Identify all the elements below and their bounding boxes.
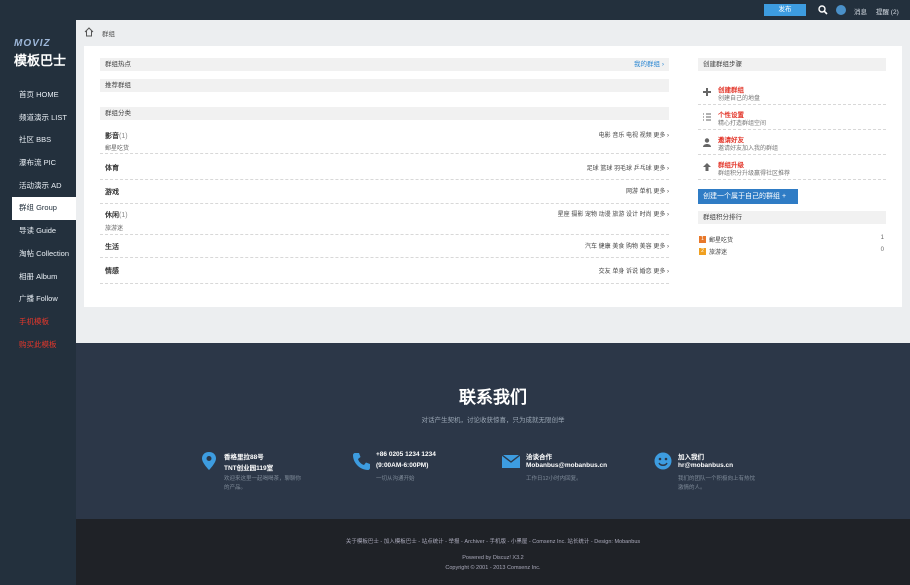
- steps-header: 创建群组步骤: [698, 58, 886, 71]
- category-links[interactable]: 网游 单机 更多 ›: [626, 186, 669, 195]
- rank-number: 2: [699, 248, 706, 255]
- group-hot-title: 群组热点: [105, 61, 131, 68]
- contact-phone-desc: 一切从沟通开始: [376, 476, 415, 482]
- category-links[interactable]: 足球 篮球 羽毛球 乒乓球 更多 ›: [587, 163, 669, 172]
- home-icon[interactable]: [84, 27, 94, 37]
- search-icon[interactable]: [818, 5, 828, 15]
- contact-business-email[interactable]: Mobanbus@mobanbus.cn: [526, 462, 607, 469]
- contact-title: 联系我们: [459, 388, 527, 407]
- step-upgrade[interactable]: 群组升级 群组积分升级赢得社区推荐: [698, 155, 886, 180]
- category-row: 体育 足球 篮球 羽毛球 乒乓球 更多 ›: [100, 154, 669, 180]
- footer-links[interactable]: 关于模板巴士 - 加入模板巴士 - 站点统计 - 举报 - Archiver -…: [76, 537, 910, 545]
- breadcrumb-current[interactable]: 群组: [102, 28, 115, 38]
- step-desc: 邀请好友加入我的群组: [718, 146, 779, 152]
- step-invite[interactable]: 邀请好友 邀请好友加入我的群组: [698, 130, 886, 155]
- sidebar-item-bbs[interactable]: 社区 BBS: [0, 129, 76, 152]
- contact-subtitle: 对话产生契机，讨论收获惊喜，只为成就无限创举: [421, 417, 565, 424]
- contact-business-title: 洽谈合作: [526, 454, 552, 461]
- recommend-header: 推荐群组: [100, 79, 669, 92]
- rank-value: 1: [880, 235, 884, 241]
- category-row: 生活 汽车 健康 美食 购物 美容 更多 ›: [100, 235, 669, 258]
- smiley-icon: [654, 452, 672, 470]
- rank-header: 群组积分排行: [698, 211, 886, 224]
- sidebar-item-mobile-template[interactable]: 手机模板: [0, 311, 76, 334]
- sidebar-item-buy-template[interactable]: 购买此模板: [0, 334, 76, 357]
- envelope-icon: [502, 454, 520, 468]
- top-bar: 发布 消息 提醒 (2): [76, 0, 910, 20]
- category-links[interactable]: 星座 摄影 宠物 动漫 旅游 设计 时尚 更多 ›: [558, 209, 669, 218]
- footer: 关于模板巴士 - 加入模板巴士 - 站点统计 - 举报 - Archiver -…: [76, 519, 910, 585]
- category-name[interactable]: 体育: [105, 163, 119, 173]
- category-name[interactable]: 情感: [105, 266, 119, 276]
- messages-link[interactable]: 消息: [854, 6, 867, 16]
- categories-header: 群组分类: [100, 107, 669, 120]
- logo-text-cn: 模板巴士: [14, 53, 67, 68]
- contact-business-desc: 工作日12小时内回复。: [526, 476, 582, 482]
- category-name[interactable]: 休闲(1): [105, 210, 128, 220]
- category-links[interactable]: 电影 音乐 电视 视频 更多 ›: [599, 130, 669, 139]
- contact-section: 联系我们 对话产生契机，讨论收获惊喜，只为成就无限创举 香格里拉88号 TNT创…: [76, 343, 910, 519]
- main-panel: 群组热点 我的群组 › 推荐群组 群组分类 影音(1) 郵星吃货 电影 音乐 电…: [84, 46, 902, 307]
- step-desc: 创建自己的地盘: [718, 96, 761, 102]
- contact-address-line1: 香格里拉88号: [224, 454, 264, 461]
- footer-copyright: Copyright © 2001 - 2013 Comsenz Inc.: [445, 565, 541, 571]
- my-groups-link[interactable]: 我的群组 ›: [634, 58, 664, 71]
- publish-button[interactable]: 发布: [764, 4, 806, 16]
- logo-text-en: MOVIZ: [14, 38, 51, 49]
- sidebar-item-home[interactable]: 首页 HOME: [0, 84, 76, 107]
- category-name[interactable]: 生活: [105, 242, 119, 252]
- contact-join-email[interactable]: hr@mobanbus.cn: [678, 462, 733, 469]
- sidebar-item-ad[interactable]: 活动演示 AD: [0, 175, 76, 198]
- rank-group-name[interactable]: 郵星吃货: [709, 235, 733, 244]
- step-desc: 群组积分升级赢得社区推荐: [718, 171, 791, 177]
- step-desc: 精心打造群组空间: [718, 121, 767, 127]
- sidebar-item-collection[interactable]: 淘帖 Collection: [0, 243, 76, 266]
- group-hot-header: 群组热点 我的群组 ›: [100, 58, 669, 71]
- contact-join-desc: 我们的团队一个积极向上有热忱激情的人。: [678, 476, 756, 491]
- sidebar-item-pic[interactable]: 瀑布流 PIC: [0, 152, 76, 175]
- location-pin-icon: [202, 452, 216, 470]
- rank-value: 0: [880, 247, 884, 253]
- rank-item[interactable]: 1 郵星吃货 1: [698, 235, 886, 246]
- step-settings[interactable]: 个性设置 精心打造群组空间: [698, 105, 886, 130]
- person-icon: [703, 138, 711, 147]
- category-row: 情感 交友 单身 诉说 婚恋 更多 ›: [100, 258, 669, 284]
- category-links[interactable]: 交友 单身 诉说 婚恋 更多 ›: [599, 266, 669, 275]
- sidebar-item-list[interactable]: 频道演示 LIST: [0, 107, 76, 130]
- sidebar-nav: 首页 HOME 频道演示 LIST 社区 BBS 瀑布流 PIC 活动演示 AD…: [0, 84, 76, 356]
- contact-phone-hours: (9:00AM-6:00PM): [376, 462, 429, 469]
- category-row: 游戏 网游 单机 更多 ›: [100, 180, 669, 204]
- create-group-button[interactable]: 创建一个属于自己的群组 +: [698, 189, 798, 204]
- sidebar-item-album[interactable]: 相册 Album: [0, 266, 76, 289]
- sidebar: MOVIZ 模板巴士 首页 HOME 频道演示 LIST 社区 BBS 瀑布流 …: [0, 0, 76, 585]
- category-links[interactable]: 汽车 健康 美食 购物 美容 更多 ›: [585, 241, 669, 250]
- step-create[interactable]: 创建群组 创建自己的地盘: [698, 80, 886, 105]
- phone-icon: [353, 453, 370, 470]
- contact-address-desc: 欢迎来这里一起喝喝茶，聊聊你的产品。: [224, 476, 302, 491]
- contact-join-title: 加入我们: [678, 454, 704, 461]
- remind-link[interactable]: 提醒 (2): [876, 6, 899, 16]
- contact-phone-number: +86 0205 1234 1234: [376, 451, 436, 458]
- sidebar-item-group[interactable]: 群组 Group: [12, 197, 76, 221]
- footer-powered: Powered by Discuz! X3.2: [462, 555, 524, 561]
- category-group[interactable]: 郵星吃货: [105, 143, 129, 152]
- category-row: 休闲(1) 旅游迷 星座 摄影 宠物 动漫 旅游 设计 时尚 更多 ›: [100, 204, 669, 235]
- category-group[interactable]: 旅游迷: [105, 223, 123, 232]
- category-name[interactable]: 影音(1): [105, 131, 128, 141]
- list-icon: [703, 113, 711, 121]
- category-name[interactable]: 游戏: [105, 187, 119, 197]
- arrow-up-icon: [703, 163, 711, 171]
- contact-address-line2: TNT创业园119室: [224, 465, 274, 472]
- rank-group-name[interactable]: 旅游迷: [709, 247, 727, 256]
- sidebar-item-follow[interactable]: 广播 Follow: [0, 288, 76, 311]
- breadcrumb: 群组: [84, 22, 910, 42]
- sidebar-item-guide[interactable]: 导读 Guide: [0, 220, 76, 243]
- user-avatar-icon[interactable]: [836, 5, 846, 15]
- category-row: 影音(1) 郵星吃货 电影 音乐 电视 视频 更多 ›: [100, 126, 669, 154]
- rank-item[interactable]: 2 旅游迷 0: [698, 247, 886, 258]
- rank-number: 1: [699, 236, 706, 243]
- site-logo[interactable]: MOVIZ 模板巴士: [14, 38, 66, 69]
- plus-icon: [703, 88, 711, 96]
